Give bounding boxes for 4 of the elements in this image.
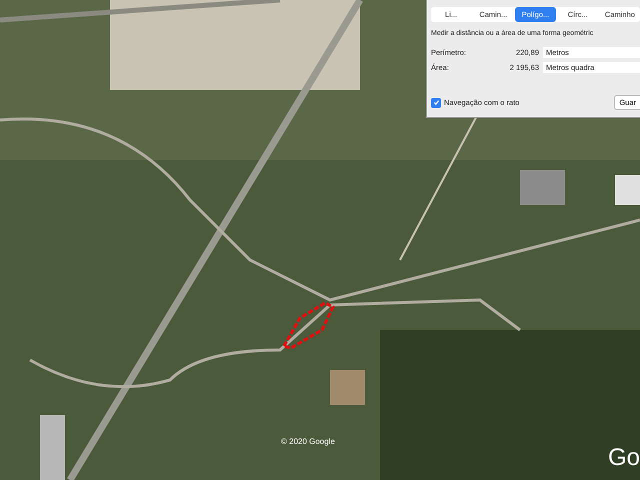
map-logo: Go (608, 444, 640, 472)
map-copyright: © 2020 Google (281, 437, 335, 446)
checkbox[interactable] (431, 98, 441, 108)
measured-polygon (282, 301, 335, 350)
